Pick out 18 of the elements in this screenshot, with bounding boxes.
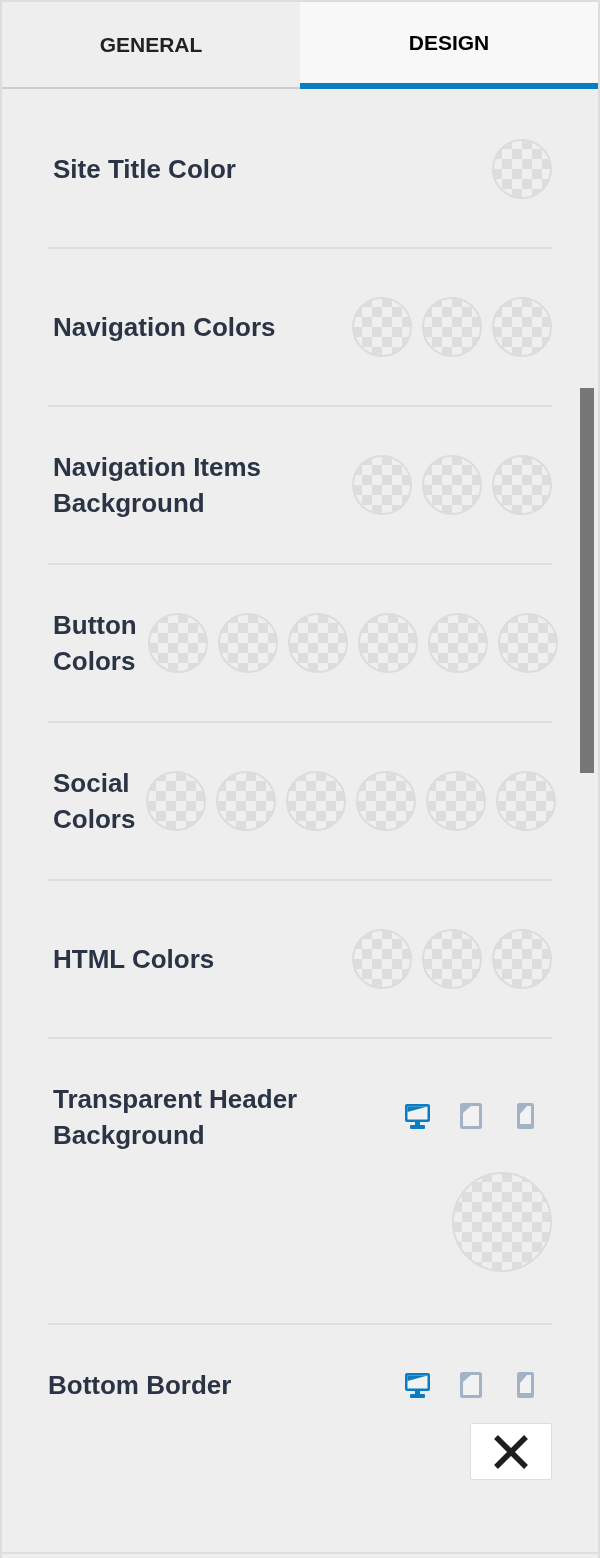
scrollbar-thumb[interactable]	[580, 388, 594, 773]
x-mark-icon	[493, 1433, 529, 1470]
setting-label: HTML Colors	[52, 943, 215, 976]
setting-label: Site Title Color	[52, 153, 236, 186]
setting-label: Navigation Colors	[52, 311, 276, 344]
desktop-monitor-icon[interactable]	[404, 1103, 430, 1129]
setting-label: Bottom Border	[48, 1369, 232, 1402]
tablet-icon[interactable]	[460, 1103, 482, 1129]
phone-icon[interactable]	[516, 1103, 534, 1129]
setting-label: Button Colors	[52, 609, 137, 678]
setting-label: Navigation Items Background	[52, 451, 263, 520]
tab[interactable]: DESIGN	[300, 2, 598, 89]
setting-label: Social Colors	[52, 767, 136, 836]
tablet-icon[interactable]	[460, 1372, 482, 1398]
phone-icon[interactable]	[516, 1372, 534, 1398]
desktop-monitor-icon[interactable]	[404, 1372, 430, 1398]
x-button[interactable]	[470, 1423, 552, 1480]
setting-label: Transparent Header Background	[52, 1083, 299, 1152]
